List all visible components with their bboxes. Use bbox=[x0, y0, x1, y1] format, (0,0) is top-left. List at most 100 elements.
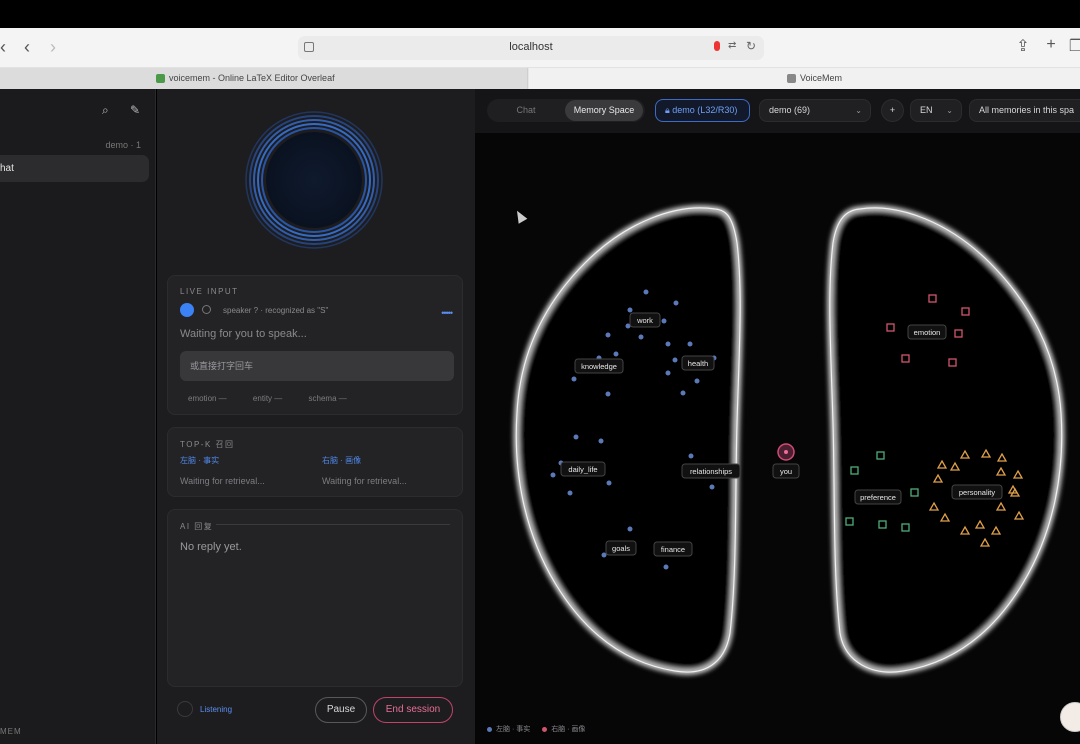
edit-icon[interactable]: ✎ bbox=[130, 103, 140, 117]
listening-label: Listening bbox=[200, 705, 233, 714]
left-hemisphere bbox=[513, 205, 744, 675]
speaker-avatar bbox=[180, 303, 194, 317]
label-preference[interactable]: preference bbox=[854, 489, 902, 505]
scope-select[interactable]: All memories in this spa bbox=[969, 99, 1080, 122]
address-text: localhost bbox=[509, 41, 553, 53]
chevron-down-icon: ⌄ bbox=[946, 106, 953, 115]
more-icon[interactable]: ••••• bbox=[441, 308, 453, 318]
memory-node[interactable] bbox=[605, 391, 611, 397]
ai-reply-card: AI 回复 No reply yet. bbox=[167, 509, 463, 687]
search-icon[interactable]: ⌕ bbox=[102, 103, 109, 118]
tab-memory-space[interactable]: Memory Space bbox=[565, 100, 643, 121]
legend-right-dot bbox=[542, 726, 548, 732]
memory-node[interactable] bbox=[638, 334, 644, 340]
tab-overleaf[interactable]: voicemem - Online LaTeX Editor Overleaf bbox=[0, 68, 528, 89]
label-you[interactable]: you bbox=[772, 463, 800, 479]
label-preference-text: preference bbox=[860, 493, 896, 502]
memory-node[interactable] bbox=[567, 490, 573, 496]
label-daily-life[interactable]: daily_life bbox=[560, 461, 606, 477]
language-select[interactable]: EN ⌄ bbox=[910, 99, 962, 122]
you-node-core bbox=[784, 450, 788, 454]
memory-node[interactable] bbox=[694, 378, 700, 384]
tag-entity: entity — bbox=[252, 394, 283, 403]
forward-button[interactable]: › bbox=[42, 36, 64, 58]
label-personality[interactable]: personality bbox=[951, 484, 1003, 500]
live-input-card: LIVE INPUT speaker ? · recognized as "S"… bbox=[167, 275, 463, 415]
address-bar[interactable]: localhost ⇄ ↻ bbox=[298, 36, 764, 60]
label-work-text: work bbox=[636, 316, 653, 325]
tab-voicemem[interactable]: VoiceMem bbox=[529, 68, 1080, 89]
topk-left-status: Waiting for retrieval... bbox=[180, 476, 265, 486]
label-finance[interactable]: finance bbox=[653, 541, 693, 557]
memory-node[interactable] bbox=[605, 332, 611, 338]
dataset-select[interactable]: demo (69) ⌄ bbox=[759, 99, 871, 122]
translate-icon[interactable]: ⇄ bbox=[728, 40, 736, 51]
tab-voicemem-label: VoiceMem bbox=[800, 73, 843, 83]
sidebar-item-chat[interactable]: hat bbox=[0, 155, 149, 182]
label-relationships-text: relationships bbox=[690, 467, 732, 476]
memory-node[interactable] bbox=[571, 376, 577, 382]
screen-top-bar bbox=[0, 0, 1080, 28]
memory-node[interactable] bbox=[606, 480, 612, 486]
memory-node[interactable] bbox=[550, 472, 556, 478]
pause-button[interactable]: Pause bbox=[315, 697, 367, 723]
tab-chat[interactable]: Chat bbox=[487, 99, 565, 122]
reload-icon[interactable]: ↻ bbox=[746, 39, 756, 53]
legend-left-dot bbox=[487, 726, 492, 732]
tab-overview-icon[interactable]: ❐ bbox=[1066, 36, 1080, 56]
memory-node[interactable] bbox=[687, 341, 693, 347]
label-work[interactable]: work bbox=[629, 312, 661, 328]
layer-badge[interactable]: 🔒︎ demo (L32/R30) bbox=[655, 99, 750, 122]
memory-node[interactable] bbox=[663, 564, 669, 570]
topk-right-title: 右脑 · 画像 bbox=[322, 456, 362, 465]
label-emotion-text: emotion bbox=[914, 328, 941, 337]
memory-node[interactable] bbox=[643, 289, 649, 295]
label-goals-text: goals bbox=[612, 544, 630, 553]
memory-node[interactable] bbox=[613, 351, 619, 357]
layer-label: demo (L32/R30) bbox=[672, 105, 738, 115]
sidebar-toggle-icon[interactable]: ‹ bbox=[0, 36, 14, 58]
topk-header: TOP-K 召回 bbox=[180, 440, 235, 449]
live-input-header: LIVE INPUT bbox=[180, 287, 239, 296]
memory-node[interactable] bbox=[665, 370, 671, 376]
label-finance-text: finance bbox=[661, 545, 685, 554]
memory-node[interactable] bbox=[661, 318, 667, 324]
legend-left-label: 左脑 · 事实 bbox=[496, 726, 531, 733]
memory-node[interactable] bbox=[680, 390, 686, 396]
label-personality-text: personality bbox=[959, 488, 996, 497]
share-icon[interactable]: ⇪ bbox=[1013, 36, 1033, 56]
label-daily-life-text: daily_life bbox=[568, 465, 597, 474]
microphone-icon[interactable] bbox=[714, 41, 720, 51]
label-knowledge[interactable]: knowledge bbox=[574, 358, 624, 374]
tab-overleaf-label: voicemem - Online LaTeX Editor Overleaf bbox=[169, 73, 335, 83]
memory-node[interactable] bbox=[672, 357, 678, 363]
end-session-button[interactable]: End session bbox=[373, 697, 453, 723]
back-button[interactable]: ‹ bbox=[16, 36, 38, 58]
memory-node[interactable] bbox=[673, 300, 679, 306]
label-relationships[interactable]: relationships bbox=[681, 463, 741, 479]
memory-node[interactable] bbox=[709, 484, 715, 490]
sidebar-meta: demo · 1 bbox=[105, 140, 141, 150]
topk-card: TOP-K 召回 左脑 · 事实 右脑 · 画像 Waiting for ret… bbox=[167, 427, 463, 497]
memory-node[interactable] bbox=[573, 434, 579, 440]
memory-graph[interactable]: work knowledge health daily_life relatio… bbox=[475, 133, 1080, 744]
memory-node[interactable] bbox=[688, 453, 694, 459]
label-emotion[interactable]: emotion bbox=[907, 324, 947, 340]
new-tab-icon[interactable]: + bbox=[1041, 36, 1061, 54]
add-button[interactable]: + bbox=[881, 99, 904, 122]
graph-legend: 左脑 · 事实 右脑 · 画像 bbox=[487, 724, 585, 734]
voice-panel: LIVE INPUT speaker ? · recognized as "S"… bbox=[157, 89, 475, 744]
live-status: Waiting for you to speak... bbox=[180, 328, 307, 340]
memory-node[interactable] bbox=[627, 307, 633, 313]
speaker-gear-icon bbox=[202, 305, 211, 314]
listening-indicator bbox=[177, 701, 193, 717]
memory-node[interactable] bbox=[598, 438, 604, 444]
language-label: EN bbox=[920, 105, 933, 115]
label-health[interactable]: health bbox=[681, 355, 715, 371]
analysis-tags: emotion — entity — schema — bbox=[188, 394, 371, 403]
memory-node[interactable] bbox=[627, 526, 633, 532]
label-goals[interactable]: goals bbox=[605, 540, 637, 556]
memory-node[interactable] bbox=[665, 341, 671, 347]
text-input[interactable] bbox=[180, 351, 454, 381]
memory-toolbar: Chat Memory Space 🔒︎ demo (L32/R30) demo… bbox=[475, 89, 1080, 133]
